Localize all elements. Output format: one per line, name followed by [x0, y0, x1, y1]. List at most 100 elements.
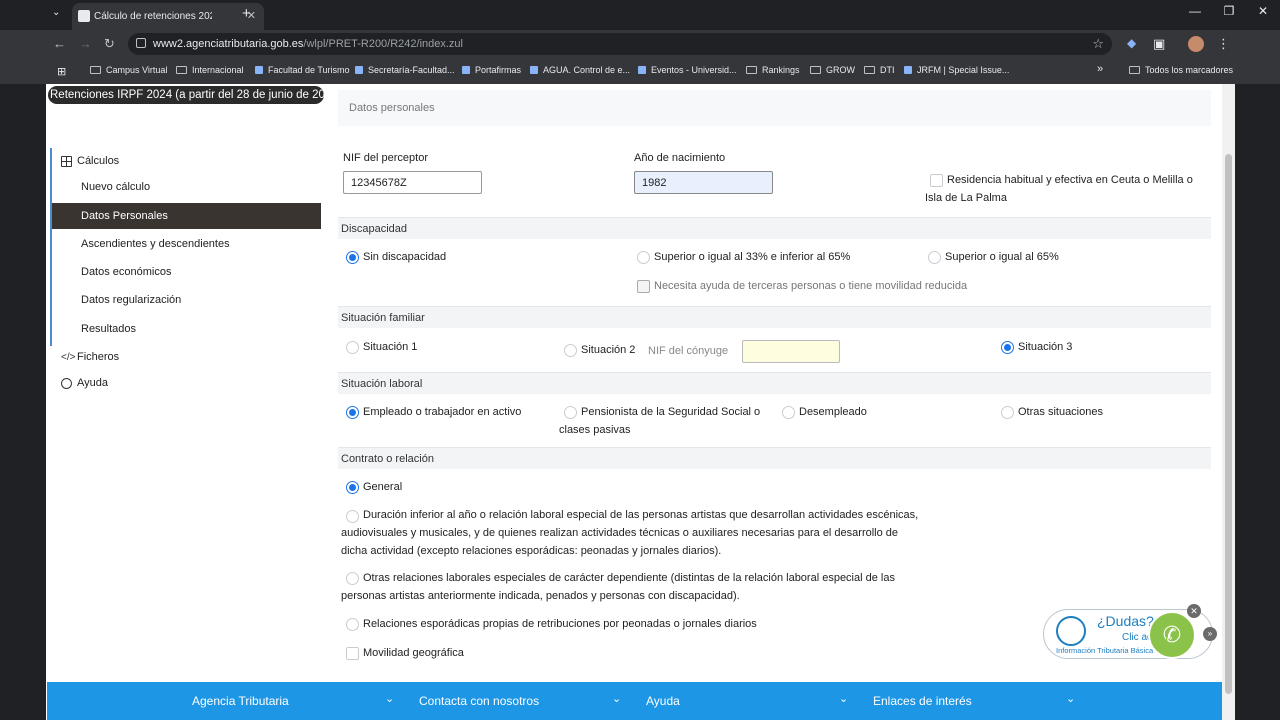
- site-icon: [530, 66, 538, 74]
- footer-agencia[interactable]: Agencia Tributaria: [192, 694, 289, 708]
- nif-input[interactable]: 12345678Z: [343, 171, 482, 194]
- chevron-down-icon[interactable]: ⌄: [1066, 692, 1075, 705]
- bookmark-item[interactable]: Internacional: [176, 65, 244, 75]
- option-label: Relaciones esporádicas propias de retrib…: [363, 618, 757, 630]
- tab-search-icon[interactable]: ⌄: [52, 7, 60, 18]
- bookmark-item[interactable]: JRFM | Special Issue...: [904, 65, 1009, 75]
- footer-ayuda[interactable]: Ayuda: [646, 694, 680, 708]
- bookmark-star-icon[interactable]: ☆: [1092, 36, 1104, 52]
- tab-title: Cálculo de retenciones 2024 (a: [94, 11, 212, 22]
- discapacidad-header: Discapacidad: [338, 217, 1211, 239]
- url-path: /wlpl/PRET-R200/R242/index.zul: [303, 38, 463, 50]
- radio-contrato-esporadicas[interactable]: [346, 618, 359, 631]
- sidebar-item-datos-personales[interactable]: Datos Personales: [52, 203, 321, 229]
- nif-conyuge-input[interactable]: [742, 340, 840, 363]
- bookmark-item[interactable]: Campus Virtual: [90, 65, 167, 75]
- menu-kebab-icon[interactable]: ⋮: [1217, 36, 1230, 52]
- radio-situacion-2[interactable]: [564, 344, 577, 357]
- radio-discapacidad-33-65[interactable]: [637, 251, 650, 264]
- sidebar-item-nuevo-calculo[interactable]: Nuevo cálculo: [81, 181, 150, 193]
- ceuta-label: Residencia habitual y efectiva en Ceuta …: [925, 174, 1193, 204]
- dudas-question: ¿Dudas?: [1097, 613, 1154, 629]
- new-tab-icon[interactable]: +: [242, 5, 251, 22]
- browser-tab[interactable]: Cálculo de retenciones 2024 (a ✕: [72, 3, 264, 30]
- chevron-down-icon[interactable]: ⌄: [839, 692, 848, 705]
- scrollbar-thumb[interactable]: [1225, 154, 1232, 694]
- option-label: Desempleado: [799, 406, 867, 418]
- bookmark-item[interactable]: Facultad de Turismo: [255, 65, 350, 75]
- movilidad-checkbox[interactable]: [346, 647, 359, 660]
- page-scrollbar[interactable]: [1222, 84, 1235, 720]
- browser-toolbar: ← → ↻ www2.agenciatributaria.gob.es/wlpl…: [0, 30, 1280, 58]
- extension-icon[interactable]: ◆: [1127, 36, 1136, 50]
- option-label: Situación 1: [363, 341, 418, 353]
- radio-desempleado[interactable]: [782, 406, 795, 419]
- chevron-right-icon[interactable]: »: [1203, 627, 1217, 641]
- site-icon: [904, 66, 912, 74]
- bookmark-item[interactable]: DTI: [864, 65, 895, 75]
- radio-discapacidad-65[interactable]: [928, 251, 941, 264]
- ayuda-terceras-checkbox[interactable]: [637, 280, 650, 293]
- radio-sin-discapacidad[interactable]: [346, 251, 359, 264]
- lifebuoy-icon: [61, 377, 72, 389]
- extensions-puzzle-icon[interactable]: ▣: [1153, 36, 1165, 52]
- sidebar-item-datos-economicos[interactable]: Datos económicos: [81, 266, 172, 278]
- close-widget-icon[interactable]: ✕: [1187, 604, 1201, 618]
- minimize-icon[interactable]: —: [1178, 4, 1212, 18]
- apps-grid-icon[interactable]: ⊞: [57, 65, 66, 78]
- site-icon: [462, 66, 470, 74]
- radio-otras-situaciones[interactable]: [1001, 406, 1014, 419]
- radio-situacion-1[interactable]: [346, 341, 359, 354]
- bookmark-item[interactable]: GROW: [810, 65, 855, 75]
- site-icon: [638, 66, 646, 74]
- bookmark-item[interactable]: AGUA. Control de e...: [530, 65, 630, 75]
- sidebar-item-ascendientes[interactable]: Ascendientes y descendientes: [81, 238, 230, 250]
- sidebar-item-calculos[interactable]: Cálculos: [61, 155, 119, 167]
- sidebar-item-ficheros[interactable]: </> Ficheros: [61, 351, 119, 363]
- radio-empleado[interactable]: [346, 406, 359, 419]
- close-window-icon[interactable]: ✕: [1246, 4, 1280, 18]
- sidebar-item-resultados[interactable]: Resultados: [81, 323, 136, 335]
- address-bar[interactable]: www2.agenciatributaria.gob.es/wlpl/PRET-…: [128, 33, 1112, 55]
- option-label: Sin discapacidad: [363, 251, 447, 263]
- nif-conyuge-label: NIF del cónyuge: [648, 345, 729, 357]
- more-bookmarks-icon[interactable]: »: [1097, 63, 1103, 75]
- phone-icon[interactable]: ✆: [1148, 611, 1196, 659]
- code-icon: </>: [61, 351, 76, 363]
- bookmarks-bar: ⊞ Campus Virtual Internacional Facultad …: [0, 58, 1280, 84]
- option-label: Otras situaciones: [1018, 406, 1103, 418]
- birth-year-input[interactable]: 1982: [634, 171, 773, 194]
- bookmark-item[interactable]: Rankings: [746, 65, 800, 75]
- maximize-icon[interactable]: ❐: [1212, 4, 1246, 18]
- browser-tab-strip: ⌄ Cálculo de retenciones 2024 (a ✕ + — ❐…: [0, 0, 1280, 30]
- birth-year-label: Año de nacimiento: [634, 152, 726, 164]
- forward-icon[interactable]: →: [79, 36, 92, 51]
- bookmark-item[interactable]: Eventos - Universid...: [638, 65, 737, 75]
- back-icon[interactable]: ←: [53, 36, 66, 51]
- web-page: Retenciones IRPF 2024 (a partir del 28 d…: [46, 84, 1235, 720]
- site-footer: Agencia Tributaria ⌄ Contacta con nosotr…: [47, 682, 1222, 720]
- chevron-down-icon[interactable]: ⌄: [385, 692, 394, 705]
- sidebar-item-datos-regularizacion[interactable]: Datos regularización: [81, 294, 181, 306]
- nif-label: NIF del perceptor: [343, 152, 428, 164]
- folder-icon: [746, 66, 757, 74]
- radio-situacion-3[interactable]: [1001, 341, 1014, 354]
- sidebar-item-ayuda[interactable]: Ayuda: [61, 377, 108, 389]
- radio-contrato-general[interactable]: [346, 481, 359, 494]
- footer-enlaces[interactable]: Enlaces de interés: [873, 694, 972, 708]
- all-bookmarks[interactable]: Todos los marcadores: [1129, 65, 1233, 75]
- folder-icon: [176, 66, 187, 74]
- url-host: www2.agenciatributaria.gob.es: [153, 38, 304, 50]
- calculator-icon: [61, 155, 72, 167]
- dudas-info: Información Tributaria Básica: [1056, 646, 1154, 655]
- footer-contacta[interactable]: Contacta con nosotros: [419, 694, 539, 708]
- reload-icon[interactable]: ↻: [104, 36, 115, 52]
- option-label: Pensionista de la Seguridad Social o cla…: [559, 406, 761, 436]
- bookmark-item[interactable]: Secretaría-Facultad...: [355, 65, 455, 75]
- chevron-down-icon[interactable]: ⌄: [612, 692, 621, 705]
- site-info-icon[interactable]: [136, 38, 146, 48]
- site-icon: [255, 66, 263, 74]
- profile-avatar[interactable]: [1188, 36, 1204, 52]
- assistant-headset-icon: [1056, 616, 1086, 646]
- bookmark-item[interactable]: Portafirmas: [462, 65, 521, 75]
